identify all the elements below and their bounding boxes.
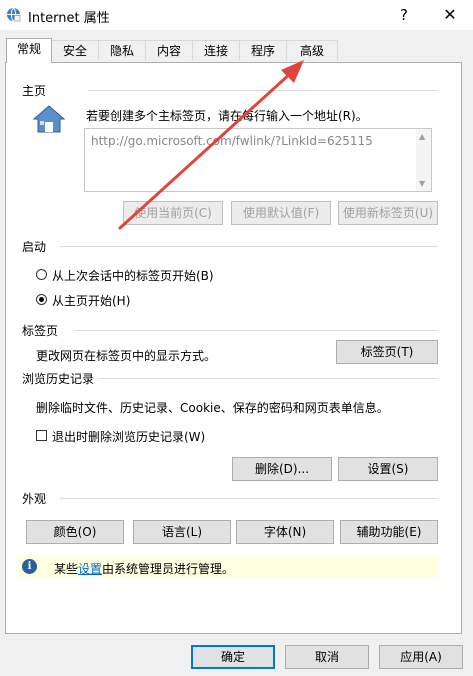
- appearance-divider: [60, 498, 438, 499]
- colors-button[interactable]: 颜色(O): [26, 520, 124, 544]
- tabs-button[interactable]: 标签页(T): [336, 340, 438, 364]
- fonts-button[interactable]: 字体(N): [236, 520, 334, 544]
- scroll-down-icon[interactable]: ▼: [419, 179, 425, 188]
- apply-button[interactable]: 应用(A): [379, 645, 463, 669]
- radio-home-page[interactable]: [36, 294, 47, 305]
- history-settings-button[interactable]: 设置(S): [338, 457, 438, 481]
- delete-on-exit-label: 退出时删除浏览历史记录(W): [52, 430, 206, 444]
- tab-programs[interactable]: 程序: [239, 40, 287, 60]
- radio-last-session-label: 从上次会话中的标签页开始(B): [52, 269, 214, 283]
- window-title: Internet 属性: [28, 11, 110, 26]
- scroll-up-icon[interactable]: ▲: [419, 132, 425, 141]
- url-scrollbar[interactable]: ▲ ▼: [416, 129, 431, 191]
- close-button[interactable]: ✕: [435, 3, 465, 27]
- delete-on-exit-checkbox[interactable]: [36, 430, 47, 441]
- use-new-tab-button[interactable]: 使用新标签页(U): [338, 201, 438, 225]
- tabs-section-title: 标签页: [22, 324, 59, 338]
- use-current-button[interactable]: 使用当前页(C): [123, 201, 223, 225]
- radio-last-session[interactable]: [36, 269, 47, 280]
- tabs-description: 更改网页在标签页中的显示方式。: [36, 349, 217, 363]
- info-icon: i: [22, 559, 37, 574]
- ok-button[interactable]: 确定: [191, 645, 275, 669]
- tab-security[interactable]: 安全: [51, 40, 99, 60]
- info-prefix: 某些: [54, 562, 79, 576]
- tab-privacy[interactable]: 隐私: [98, 40, 146, 60]
- info-message: 某些设置由系统管理员进行管理。: [54, 560, 234, 577]
- tab-content[interactable]: 内容: [145, 40, 193, 60]
- home-url-value: http://go.microsoft.com/fwlink/?LinkId=6…: [91, 134, 373, 148]
- accessibility-button[interactable]: 辅助功能(E): [340, 520, 438, 544]
- home-section-title: 主页: [22, 84, 47, 98]
- title-bar: Internet 属性 ? ✕: [0, 0, 473, 30]
- home-description: 若要创建多个主标签页，请在每行输入一个地址(R)。: [86, 109, 368, 123]
- use-default-button[interactable]: 使用默认值(F): [231, 201, 331, 225]
- delete-history-button[interactable]: 删除(D)...: [232, 457, 332, 481]
- settings-link[interactable]: 设置: [78, 562, 102, 576]
- appearance-section-title: 外观: [22, 492, 47, 506]
- internet-options-icon: [6, 7, 21, 22]
- startup-divider: [60, 246, 438, 247]
- home-icon: [32, 105, 66, 133]
- tab-general[interactable]: 常规: [6, 38, 52, 63]
- languages-button[interactable]: 语言(L): [133, 520, 231, 544]
- tab-connections[interactable]: 连接: [192, 40, 240, 60]
- history-divider: [98, 378, 438, 379]
- managed-settings-infobar: i 某些设置由系统管理员进行管理。: [18, 556, 438, 578]
- home-divider: [88, 90, 438, 91]
- radio-home-page-label: 从主页开始(H): [52, 294, 131, 308]
- history-description: 删除临时文件、历史记录、Cookie、保存的密码和网页表单信息。: [36, 401, 389, 415]
- tabs-divider: [74, 330, 438, 331]
- tab-advanced[interactable]: 高级: [286, 40, 338, 60]
- cancel-button[interactable]: 取消: [285, 645, 369, 669]
- history-section-title: 浏览历史记录: [22, 372, 95, 386]
- help-button[interactable]: ?: [390, 3, 418, 27]
- info-suffix: 由系统管理员进行管理。: [102, 562, 235, 576]
- startup-section-title: 启动: [22, 240, 47, 254]
- home-url-textarea[interactable]: http://go.microsoft.com/fwlink/?LinkId=6…: [84, 128, 432, 192]
